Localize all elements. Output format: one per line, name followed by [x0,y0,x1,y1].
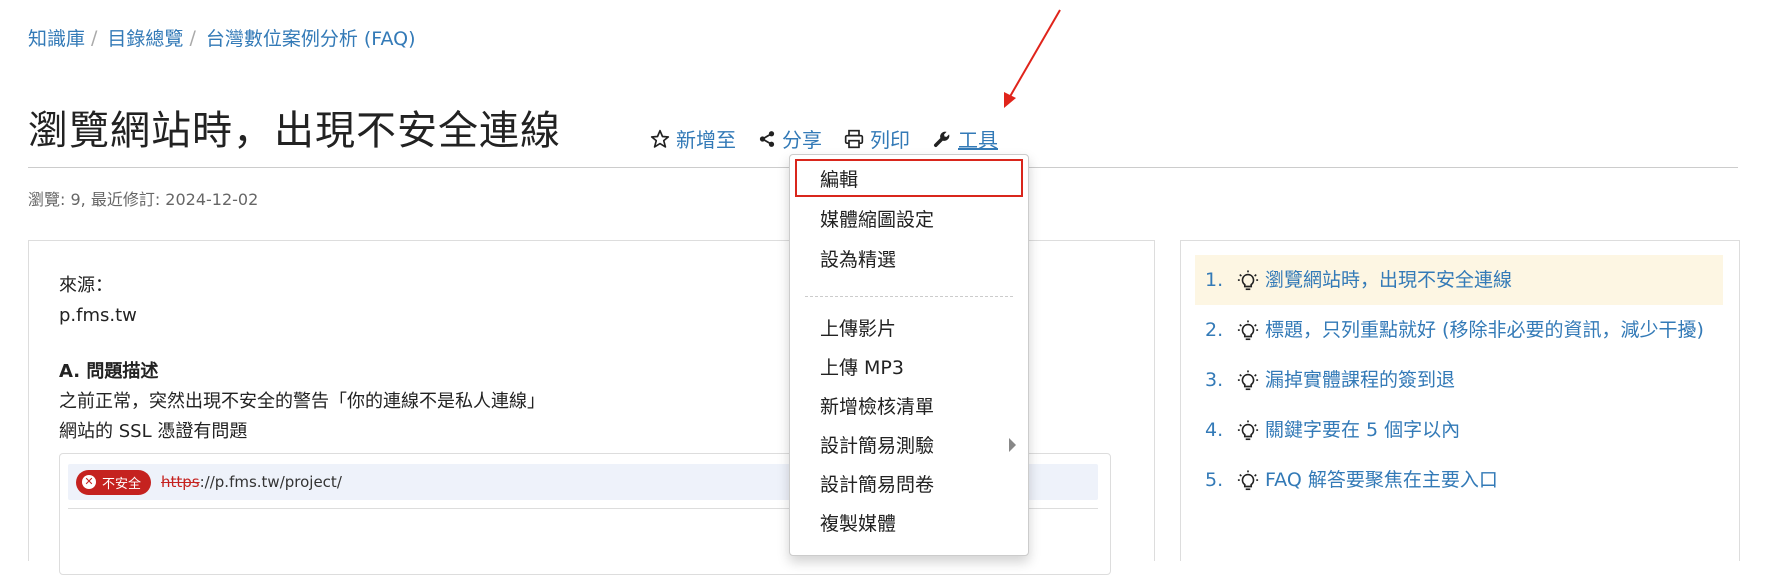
related-faq-panel: 1. 瀏覽網站時，出現不安全連線 2. 標題，只列重點就好 (移除非必要的資訊，… [1180,240,1740,561]
menu-divider [805,296,1013,297]
lightbulb-icon [1237,365,1265,395]
print-icon [844,129,864,148]
menu-item-edit[interactable]: 編輯 [795,159,1023,197]
menu-item-add-checklist[interactable]: 新增檢核清單 [790,386,1028,424]
submenu-arrow-icon [1009,438,1016,452]
error-icon: ✕ [82,475,96,489]
breadcrumb-item-knowledge-base[interactable]: 知識庫 [28,24,85,51]
share-button[interactable]: 分享 [758,124,822,153]
tools-dropdown-menu: 編輯 媒體縮圖設定 設為精選 上傳影片 上傳 MP3 新增檢核清單 設計簡易測驗… [789,154,1029,556]
share-icon [759,130,775,147]
lightbulb-icon [1237,415,1265,445]
add-to-button[interactable]: 新增至 [650,124,736,153]
related-faq-list: 1. 瀏覽網站時，出現不安全連線 2. 標題，只列重點就好 (移除非必要的資訊，… [1195,255,1723,505]
related-faq-item[interactable]: 2. 標題，只列重點就好 (移除非必要的資訊，減少干擾) [1195,305,1723,355]
item-text: 標題，只列重點就好 (移除非必要的資訊，減少干擾) [1265,319,1704,341]
lightbulb-icon [1237,315,1265,345]
description-line: 之前正常，突然出現不安全的警告「你的連線不是私人連線」 [59,391,545,412]
page-meta: 瀏覽: 9, 最近修訂: 2024-12-02 [28,190,259,209]
url-scheme: https [161,473,200,491]
breadcrumb-item-faq[interactable]: 台灣數位案例分析 (FAQ) [206,24,416,51]
item-number: 1. [1205,269,1224,291]
print-label: 列印 [870,128,910,152]
page-actions: 新增至 分享 列印 工具 [650,124,1020,153]
menu-item-upload-video[interactable]: 上傳影片 [790,308,1028,346]
related-faq-item[interactable]: 5. FAQ 解答要聚焦在主要入口 [1195,455,1723,505]
item-number: 3. [1205,369,1224,391]
wrench-icon [933,131,950,147]
source-value: p.fms.tw [59,305,137,326]
share-label: 分享 [782,128,822,152]
content-body: 來源： p.fms.tw A. 問題描述 之前正常，突然出現不安全的警告「你的連… [59,271,545,447]
item-text: 關鍵字要在 5 個字以內 [1265,419,1461,441]
breadcrumb-separator: / [91,26,98,49]
star-icon [650,129,670,148]
add-to-label: 新增至 [676,128,736,152]
item-text: 漏掉實體課程的簽到退 [1265,369,1456,391]
item-text: 瀏覽網站時，出現不安全連線 [1265,269,1513,291]
not-secure-label: 不安全 [102,476,142,492]
item-text: FAQ 解答要聚焦在主要入口 [1265,469,1498,491]
tools-label: 工具 [958,128,998,152]
page-title: 瀏覽網站時，出現不安全連線 [28,108,561,154]
lightbulb-icon [1237,465,1265,495]
breadcrumb-item-catalog[interactable]: 目錄總覽 [107,24,183,51]
menu-item-copy-media[interactable]: 複製媒體 [790,503,1028,541]
url-path: ://p.fms.tw/project/ [199,473,342,491]
breadcrumb: 知識庫 / 目錄總覽 / 台灣數位案例分析 (FAQ) [28,24,416,51]
not-secure-badge: ✕ 不安全 [76,469,152,495]
tools-button[interactable]: 工具 [932,124,998,153]
item-number: 4. [1205,419,1224,441]
section-heading-a: A. 問題描述 [59,361,159,382]
item-number: 2. [1205,319,1224,341]
menu-item-design-quiz[interactable]: 設計簡易測驗 [790,425,1028,463]
breadcrumb-separator: / [189,26,196,49]
item-number: 5. [1205,469,1224,491]
related-faq-item[interactable]: 3. 漏掉實體課程的簽到退 [1195,355,1723,405]
source-label: 來源： [59,275,113,296]
description-line: 網站的 SSL 憑證有問題 [59,421,248,442]
menu-item-thumbnail-settings[interactable]: 媒體縮圖設定 [790,199,1028,237]
related-faq-item[interactable]: 4. 關鍵字要在 5 個字以內 [1195,405,1723,455]
related-faq-item[interactable]: 1. 瀏覽網站時，出現不安全連線 [1195,255,1723,305]
menu-item-set-featured[interactable]: 設為精選 [790,239,1028,277]
menu-item-design-survey[interactable]: 設計簡易問卷 [790,464,1028,502]
lightbulb-icon [1237,265,1265,295]
menu-item-upload-mp3[interactable]: 上傳 MP3 [790,347,1028,385]
print-button[interactable]: 列印 [844,124,910,153]
annotation-arrow [1004,9,1061,108]
